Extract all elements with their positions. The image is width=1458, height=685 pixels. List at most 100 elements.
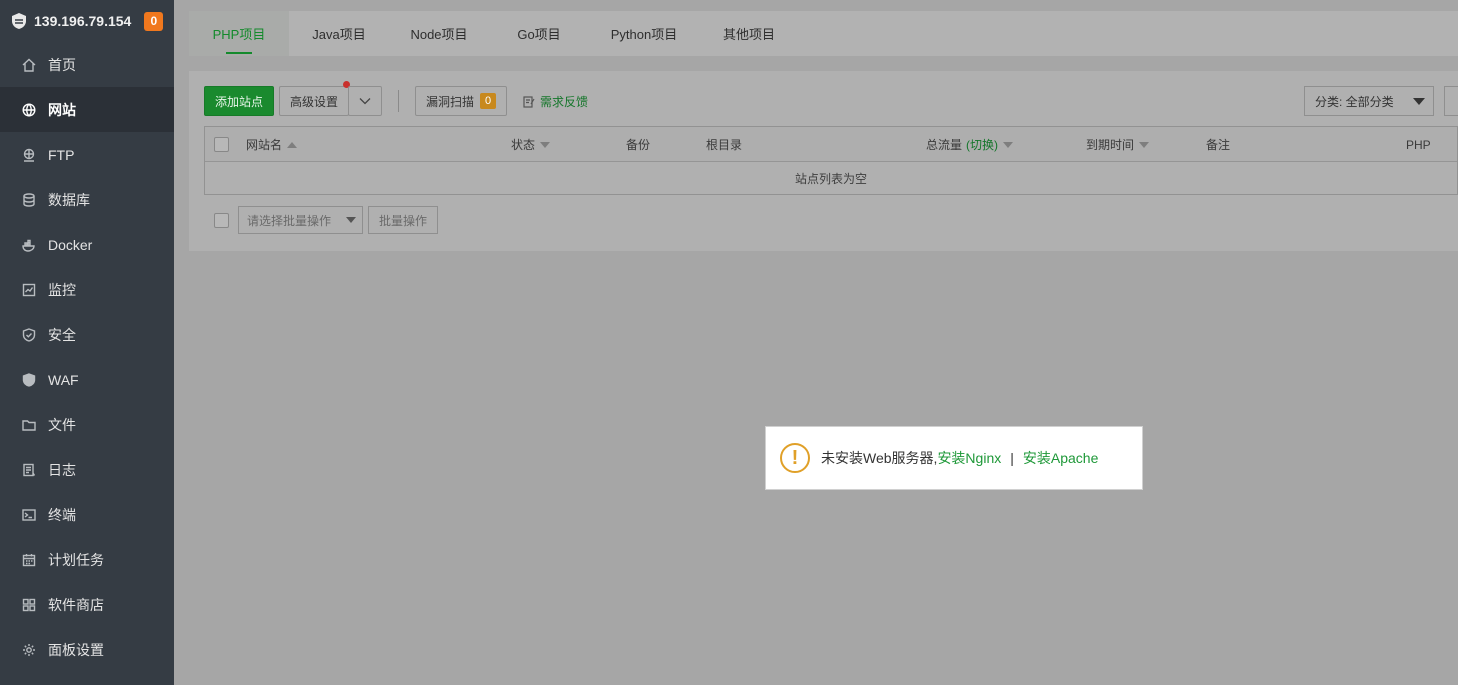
category-select[interactable]: 分类: 全部分类 <box>1304 86 1434 116</box>
alert-separator: | <box>1010 450 1014 466</box>
column-backup: 备份 <box>626 138 651 152</box>
sidebar-item-ftp[interactable]: FTP <box>0 132 174 177</box>
sidebar-item-label: 监控 <box>48 281 76 298</box>
empty-list-message: 站点列表为空 <box>794 172 867 186</box>
sidebar-item-terminal[interactable]: 终端 <box>0 492 174 537</box>
waf-icon <box>22 372 36 387</box>
sort-desc-icon <box>540 141 551 148</box>
column-php: PHP <box>1406 137 1431 152</box>
sidebar-item-label: 数据库 <box>48 191 90 208</box>
toolbar-divider <box>398 90 399 112</box>
column-expire-label: 到期时间 <box>1086 138 1135 152</box>
sidebar-item-waf[interactable]: WAF <box>0 357 174 402</box>
sidebar-item-label: WAF <box>48 371 79 388</box>
sidebar-item-label: 计划任务 <box>48 551 104 568</box>
sidebar-item-label: 首页 <box>48 56 76 73</box>
home-icon <box>22 58 36 72</box>
terminal-icon <box>22 508 36 521</box>
gear-icon <box>23 643 35 656</box>
project-tabs: PHP项目 Java项目 Node项目 Go项目 Python项目 其他项目 <box>189 11 1458 56</box>
sidebar-item-label: 文件 <box>48 416 76 433</box>
advanced-settings-button[interactable]: 高级设置 <box>279 81 350 116</box>
site-list-panel: 添加站点 高级设置 漏洞扫描 0 需求反馈 分类: 全部分类 网站名 状态 备份… <box>189 71 1458 251</box>
server-header: 139.196.79.154 0 <box>0 0 174 42</box>
notification-badge[interactable]: 0 <box>144 11 164 31</box>
column-root-dir: 根目录 <box>706 138 743 152</box>
tab-java-project[interactable]: Java项目 <box>289 11 389 56</box>
sidebar-item-monitor[interactable]: 监控 <box>0 267 174 312</box>
sidebar-item-label: 终端 <box>48 506 76 523</box>
batch-select-checkbox[interactable] <box>214 213 229 228</box>
log-icon <box>23 463 36 476</box>
tab-python-project[interactable]: Python项目 <box>589 11 699 56</box>
sidebar-item-security[interactable]: 安全 <box>0 312 174 357</box>
sidebar-item-files[interactable]: 文件 <box>0 402 174 447</box>
dropdown-arrow-icon <box>346 217 356 223</box>
sidebar-item-label: 软件商店 <box>48 596 104 613</box>
column-traffic[interactable]: 总流量 (切换) <box>926 127 1014 162</box>
sidebar-item-label: 安全 <box>48 326 76 343</box>
batch-operation-select[interactable]: 请选择批量操作 <box>238 206 363 234</box>
folder-icon <box>22 419 36 431</box>
dropdown-arrow-icon <box>1413 98 1425 105</box>
alert-message: 未安装Web服务器, <box>821 450 938 466</box>
sort-asc-icon <box>287 141 298 148</box>
sidebar-item-label: 面板设置 <box>48 641 104 658</box>
column-site-name[interactable]: 网站名 <box>246 127 298 162</box>
chevron-down-icon <box>359 98 371 105</box>
sidebar-item-label: 网站 <box>48 101 76 118</box>
tab-node-project[interactable]: Node项目 <box>389 11 489 56</box>
docker-icon <box>22 239 35 252</box>
site-table: 网站名 状态 备份 根目录 总流量 (切换) 到期时间 备注 PHP 站点列表为… <box>204 126 1458 195</box>
advanced-settings-dropdown[interactable] <box>348 86 382 116</box>
column-site-name-label: 网站名 <box>246 138 283 152</box>
sidebar-item-cron[interactable]: 计划任务 <box>0 537 174 582</box>
column-status[interactable]: 状态 <box>511 127 551 162</box>
install-apache-link[interactable]: 安装Apache <box>1023 448 1098 468</box>
monitor-icon <box>22 283 36 296</box>
apps-icon <box>22 598 36 611</box>
web-server-alert: ! 未安装Web服务器, 安装Nginx | 安装Apache <box>765 426 1143 490</box>
sidebar-item-docker[interactable]: Docker <box>0 222 174 267</box>
sidebar-item-panel-settings[interactable]: 面板设置 <box>0 627 174 672</box>
tab-other-project[interactable]: 其他项目 <box>699 11 799 56</box>
batch-operation-button[interactable]: 批量操作 <box>368 206 438 234</box>
column-status-label: 状态 <box>511 138 536 152</box>
feedback-link[interactable]: 需求反馈 <box>523 93 588 110</box>
select-all-checkbox[interactable] <box>214 137 229 152</box>
sidebar: 139.196.79.154 0 首页 网站 FTP 数据库 Docker 监控… <box>0 0 174 685</box>
sidebar-item-database[interactable]: 数据库 <box>0 177 174 222</box>
tab-go-project[interactable]: Go项目 <box>489 11 589 56</box>
table-header: 网站名 状态 备份 根目录 总流量 (切换) 到期时间 备注 PHP <box>205 127 1457 162</box>
database-icon <box>23 192 35 207</box>
column-traffic-label: 总流量 <box>926 138 963 152</box>
sidebar-item-label: Docker <box>48 236 93 253</box>
batch-select-placeholder: 请选择批量操作 <box>247 213 332 228</box>
edit-icon <box>523 95 535 108</box>
ftp-icon <box>23 148 35 162</box>
server-ip[interactable]: 139.196.79.154 <box>34 13 131 29</box>
tab-php-project[interactable]: PHP项目 <box>189 11 289 56</box>
vuln-scan-button[interactable]: 漏洞扫描 0 <box>415 86 507 116</box>
advanced-settings-label: 高级设置 <box>289 94 338 109</box>
install-nginx-link[interactable]: 安装Nginx <box>937 448 1001 468</box>
select-all-checkbox-wrap <box>214 127 229 162</box>
sidebar-item-app-store[interactable]: 软件商店 <box>0 582 174 627</box>
column-note: 备注 <box>1206 138 1231 152</box>
traffic-toggle-link[interactable]: (切换) <box>966 136 998 153</box>
vuln-scan-label: 漏洞扫描 <box>425 94 474 109</box>
sidebar-item-home[interactable]: 首页 <box>0 42 174 87</box>
sort-desc-icon <box>1003 141 1014 148</box>
sidebar-item-logs[interactable]: 日志 <box>0 447 174 492</box>
warning-icon: ! <box>780 443 810 473</box>
column-expire[interactable]: 到期时间 <box>1086 127 1150 162</box>
panel-logo-icon <box>12 13 26 29</box>
sidebar-item-label: FTP <box>48 146 75 163</box>
sidebar-item-website[interactable]: 网站 <box>0 87 174 132</box>
search-input[interactable] <box>1444 86 1458 116</box>
calendar-icon <box>22 553 36 566</box>
globe-icon <box>22 102 36 117</box>
add-site-button[interactable]: 添加站点 <box>204 86 274 116</box>
category-select-value: 分类: 全部分类 <box>1315 94 1394 109</box>
vuln-count-badge: 0 <box>480 93 496 109</box>
